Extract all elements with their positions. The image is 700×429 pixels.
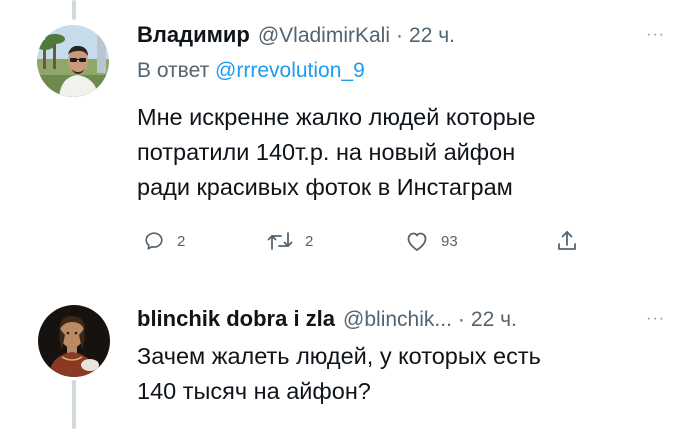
reply-button[interactable]: 2 [143,230,185,252]
tweet-text-line: Мне искренне жалко людей которые [137,104,536,130]
tweet-text: Мне искренне жалко людей которые потрати… [137,100,536,205]
reply-to-link[interactable]: @rrrevolution_9 [215,59,365,82]
thread-line-bottom [72,380,76,429]
like-count: 93 [441,232,458,250]
tweet-text-line: Зачем жалеть людей, у которых есть [137,343,541,369]
separator-dot: · [396,24,404,47]
tweet-text: Зачем жалеть людей, у которых есть 140 т… [137,339,541,409]
retweet-icon [267,232,293,250]
share-icon [558,231,576,250]
avatar[interactable] [37,25,109,97]
retweet-count: 2 [305,232,314,250]
more-horizontal-icon[interactable]: ··· [646,311,665,327]
author-handle[interactable]: @VladimirKali [258,24,390,48]
reply-context: В ответ @rrrevolution_9 [137,59,365,83]
thread-line-top [72,0,76,20]
more-horizontal-icon[interactable]: ··· [646,27,665,43]
avatar-photo [37,25,109,97]
tweet-header: blinchik dobra i zla @blinchik... · 22 ч… [137,306,517,332]
separator-dot: · [457,308,465,331]
tweet-text-line: ради красивых фоток в Инстаграм [137,174,513,200]
avatar-photo [38,305,110,377]
author-name[interactable]: Владимир [137,22,250,48]
like-button[interactable]: 93 [405,230,458,252]
author-handle[interactable]: @blinchik... [343,308,452,332]
tweet-header: Владимир @VladimirKali · 22 ч. [137,22,455,48]
avatar[interactable] [38,305,110,377]
timestamp[interactable]: 22 ч. [471,308,517,332]
tweet-text-line: 140 тысяч на айфон? [137,378,371,404]
reply-icon [145,232,163,250]
reply-prefix: В ответ [137,59,210,82]
author-name[interactable]: blinchik dobra i zla [137,306,335,332]
reply-count: 2 [177,232,186,250]
tweet-text-line: потратили 140т.р. на новый айфон [137,139,516,165]
heart-icon [407,232,427,251]
timestamp[interactable]: 22 ч. [409,24,455,48]
share-button[interactable] [556,229,578,253]
retweet-button[interactable]: 2 [267,230,313,252]
